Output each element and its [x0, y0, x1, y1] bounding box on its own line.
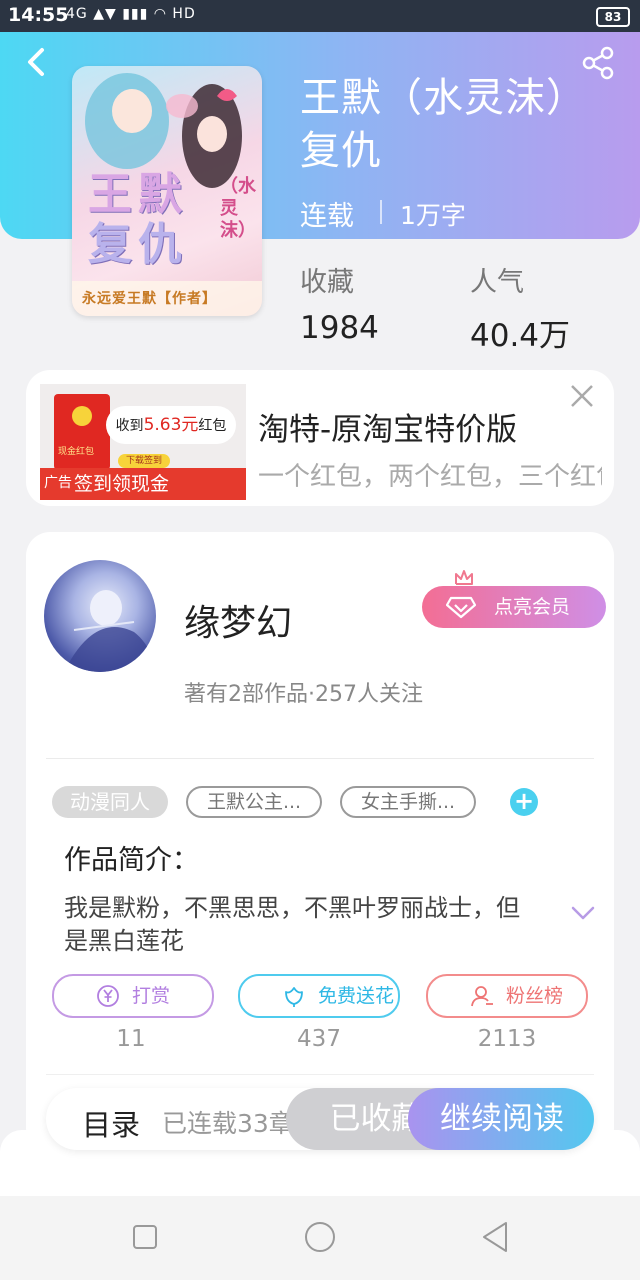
- recent-apps-icon[interactable]: [132, 1224, 158, 1250]
- ad-title[interactable]: 淘特-原淘宝特价版: [258, 404, 517, 449]
- cover-subtitle: （水灵沫）: [220, 176, 256, 241]
- author-card: 缘梦幻 点亮会员 著有2部作品·257人关注 动漫同人 王默公主... 女主手撕…: [26, 532, 614, 1152]
- chevron-left-icon[interactable]: [22, 44, 52, 80]
- tag-category[interactable]: 动漫同人: [52, 786, 168, 818]
- status-divider: [380, 200, 382, 224]
- cover-title-line2: 复仇: [88, 219, 188, 270]
- send-flower-label: 免费送花: [318, 985, 395, 1007]
- reward-label: 打赏: [132, 985, 171, 1007]
- popularity-label: 人气: [470, 267, 524, 298]
- status-time: 14:55: [8, 4, 69, 26]
- reward-button[interactable]: 打赏: [52, 974, 214, 1018]
- divider: [46, 1074, 594, 1075]
- envelope-text: 现金红包: [58, 447, 95, 457]
- person-icon: [471, 986, 493, 1007]
- fans-count: 2113: [477, 1026, 537, 1052]
- home-icon[interactable]: [304, 1221, 336, 1253]
- ad-image[interactable]: 现金红包 收到5.63元红包 下载签到 签到领现金 广告: [40, 384, 246, 500]
- crown-icon: [455, 570, 473, 585]
- book-status: 连载: [300, 201, 354, 232]
- ad-description: 一个红包，两个红包，三个红包: [258, 462, 602, 492]
- ad-bubble: 收到5.63元红包: [106, 406, 236, 444]
- author-stats: 著有2部作品·257人关注: [184, 682, 423, 707]
- flower-count: 437: [297, 1026, 341, 1052]
- send-flower-button[interactable]: 免费送花: [238, 974, 400, 1018]
- ad-card[interactable]: 现金红包 收到5.63元红包 下载签到 签到领现金 广告 淘特-原淘宝特价版 一…: [26, 370, 614, 506]
- author-name[interactable]: 缘梦幻: [184, 594, 292, 646]
- coin-icon: [72, 406, 92, 426]
- fans-ranking-label: 粉丝榜: [506, 985, 564, 1007]
- ad-bubble-suffix: 红包: [198, 418, 227, 434]
- battery-icon: 83: [596, 7, 630, 27]
- ad-badge: 广告: [44, 475, 72, 491]
- system-nav-bar: [0, 1196, 640, 1280]
- add-tag-icon[interactable]: +: [510, 788, 538, 816]
- avatar-art: [64, 590, 156, 672]
- favorites-value: 1984: [300, 310, 379, 346]
- cover-author: 永远爱王默【作者】: [82, 291, 217, 307]
- word-count: 1万字: [400, 201, 466, 230]
- reward-count: 11: [116, 1026, 146, 1052]
- fans-ranking-button[interactable]: 粉丝榜: [426, 974, 588, 1018]
- tag-item[interactable]: 女主手撕...: [340, 786, 476, 818]
- popularity-value: 40.4万: [470, 318, 571, 354]
- intro-heading: 作品简介：: [64, 845, 199, 876]
- continue-reading-button[interactable]: 继续阅读: [408, 1088, 594, 1150]
- status-bar: 14:55 4G ▲▼ ▮▮▮ ◠ HD 83: [0, 0, 640, 32]
- ad-download-label: 下载签到: [118, 454, 170, 468]
- book-title: 王默（水灵沫）复仇: [300, 75, 587, 174]
- ad-bubble-prefix: 收到: [115, 418, 144, 434]
- diamond-icon: [446, 596, 476, 619]
- avatar[interactable]: [44, 560, 156, 672]
- yen-icon: [97, 985, 119, 1007]
- toc-status: 已连载33章: [162, 1109, 294, 1138]
- vip-button[interactable]: 点亮会员: [422, 586, 606, 628]
- back-triangle-icon[interactable]: [480, 1220, 510, 1254]
- toc-label[interactable]: 目录: [82, 1102, 140, 1144]
- vip-label: 点亮会员: [494, 596, 571, 618]
- chevron-down-icon[interactable]: [570, 904, 596, 922]
- favorites-label: 收藏: [300, 267, 354, 298]
- network-icons: 4G ▲▼ ▮▮▮ ◠ HD: [66, 6, 196, 22]
- tag-item[interactable]: 王默公主...: [186, 786, 322, 818]
- book-cover[interactable]: 王默 复仇 （水灵沫） 永远爱王默【作者】: [72, 66, 262, 316]
- divider: [46, 758, 594, 759]
- close-icon[interactable]: [568, 382, 596, 410]
- red-envelope-icon: 现金红包: [54, 394, 110, 470]
- ad-bubble-amount: 5.63元: [143, 415, 199, 435]
- intro-text: 我是默粉，不黑思思，不黑叶罗丽战士，但是黑白莲花: [64, 894, 520, 955]
- toc-bar[interactable]: 目录 已连载33章 已收藏 继续阅读: [46, 1088, 594, 1150]
- flower-icon: [285, 987, 303, 1007]
